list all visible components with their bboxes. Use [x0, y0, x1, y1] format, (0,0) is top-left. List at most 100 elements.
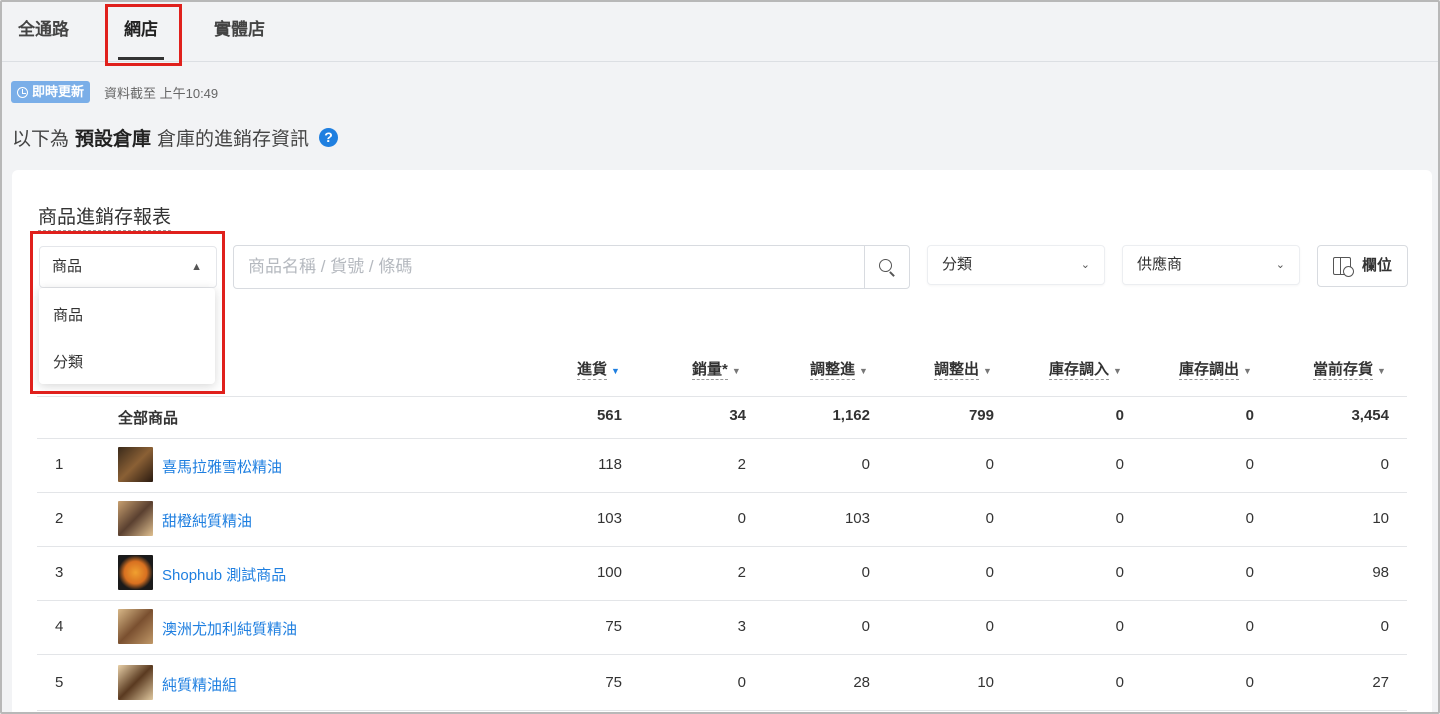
row-rank: 1: [55, 456, 64, 473]
category-filter-label: 分類: [942, 256, 973, 273]
category-filter[interactable]: 分類 ⌄: [927, 245, 1105, 285]
row-value: 0: [985, 618, 994, 635]
column-header-label: 銷量*: [692, 361, 728, 380]
product-name-link[interactable]: 甜橙純質精油: [162, 510, 252, 531]
sort-caret-icon: ▼: [983, 365, 992, 376]
tab-physical-store[interactable]: 實體店: [214, 2, 265, 60]
column-header-current-stock[interactable]: 當前存貨 ▼: [1313, 361, 1386, 380]
search-input[interactable]: [234, 246, 864, 288]
row-divider: [37, 710, 1407, 711]
product-thumbnail: [118, 555, 153, 590]
row-value: 0: [1380, 618, 1389, 635]
row-divider: [37, 438, 1407, 439]
highlight-box-dimension: [30, 231, 225, 394]
row-value: 0: [985, 510, 994, 527]
warehouse-info: 以下為 預設倉庫 倉庫的進銷存資訊 ?: [12, 124, 339, 151]
tab-all-channels[interactable]: 全通路: [18, 2, 69, 60]
row-rank: 5: [55, 674, 64, 691]
row-divider: [37, 600, 1407, 601]
total-value: 0: [1245, 407, 1254, 424]
row-value: 0: [1245, 456, 1254, 473]
report-title: 商品進銷存報表: [38, 202, 172, 231]
info-suffix: 倉庫的進銷存資訊: [157, 129, 310, 150]
header-divider: [37, 396, 1407, 397]
row-value: 0: [1115, 674, 1124, 691]
row-rank: 4: [55, 618, 64, 635]
supplier-filter[interactable]: 供應商 ⌄: [1122, 245, 1300, 285]
row-value: 0: [861, 564, 870, 581]
search-icon: [879, 259, 892, 272]
total-value: 799: [968, 407, 994, 424]
info-prefix: 以下為: [12, 129, 70, 150]
total-value: 0: [1115, 407, 1124, 424]
row-value: 0: [1245, 510, 1254, 527]
sort-caret-icon: ▼: [859, 365, 868, 376]
product-name-link[interactable]: Shophub 測試商品: [162, 564, 286, 585]
row-value: 0: [861, 456, 870, 473]
product-name-link[interactable]: 喜馬拉雅雪松精油: [162, 456, 282, 477]
column-header-label: 當前存貨: [1313, 361, 1374, 380]
row-value: 27: [1372, 674, 1389, 691]
column-header-adjust-out[interactable]: 調整出 ▼: [934, 361, 992, 380]
columns-button[interactable]: 欄位: [1317, 245, 1408, 287]
column-header-purchase[interactable]: 進貨 ▼: [577, 361, 620, 380]
product-thumbnail: [118, 609, 153, 644]
column-header-label: 庫存調出: [1179, 361, 1240, 380]
clock-icon: [17, 86, 28, 98]
column-header-label: 調整出: [934, 361, 980, 380]
row-value: 0: [985, 564, 994, 581]
row-rank: 3: [55, 564, 64, 581]
row-value: 2: [737, 564, 746, 581]
total-label: 全部商品: [118, 410, 179, 427]
row-value: 98: [1372, 564, 1389, 581]
row-value: 0: [1245, 674, 1254, 691]
column-header-label: 調整進: [810, 361, 856, 380]
row-value: 0: [1115, 510, 1124, 527]
row-value: 100: [596, 564, 622, 581]
row-value: 10: [1372, 510, 1389, 527]
product-thumbnail: [118, 501, 153, 536]
total-value: 34: [729, 407, 746, 424]
row-value: 10: [977, 674, 994, 691]
data-timestamp: 資料截至 上午10:49: [104, 86, 219, 101]
row-value: 0: [1245, 564, 1254, 581]
row-divider: [37, 546, 1407, 547]
row-value: 118: [598, 456, 622, 473]
total-value: 561: [596, 407, 622, 424]
product-thumbnail: [118, 665, 153, 700]
columns-settings-icon: [1333, 257, 1354, 277]
row-value: 0: [1245, 618, 1254, 635]
report-card: 商品進銷存報表 商品 ▲ 分類 ⌄ 供應商 ⌄ 欄位 進貨▼ 銷量*: [12, 170, 1432, 712]
row-value: 0: [737, 510, 746, 527]
column-header-adjust-in[interactable]: 調整進 ▼: [810, 361, 868, 380]
row-divider: [37, 654, 1407, 655]
row-rank: 2: [55, 510, 64, 527]
column-header-sales[interactable]: 銷量* ▼: [692, 361, 741, 380]
sort-caret-icon: ▼: [1377, 365, 1386, 376]
search-button[interactable]: [864, 246, 909, 288]
product-name-link[interactable]: 澳洲尤加利純質精油: [162, 618, 297, 639]
total-value: 1,162: [832, 407, 870, 424]
row-value: 0: [861, 618, 870, 635]
column-header-transfer-out[interactable]: 庫存調出 ▼: [1179, 361, 1252, 380]
product-name-link[interactable]: 純質精油組: [162, 674, 237, 695]
columns-button-label: 欄位: [1362, 257, 1393, 274]
row-value: 3: [737, 618, 746, 635]
sort-caret-icon: ▼: [1243, 365, 1252, 376]
column-header-label: 庫存調入: [1049, 361, 1110, 380]
row-value: 28: [853, 674, 870, 691]
help-icon[interactable]: ?: [319, 128, 339, 147]
product-thumbnail: [118, 447, 153, 482]
row-value: 0: [985, 456, 994, 473]
row-value: 0: [737, 674, 746, 691]
column-header-label: 進貨: [577, 361, 608, 380]
total-value: 3,454: [1351, 407, 1389, 424]
row-value: 0: [1115, 564, 1124, 581]
row-divider: [37, 492, 1407, 493]
chevron-down-icon: ⌄: [1080, 259, 1090, 271]
live-update-badge[interactable]: 即時更新: [11, 81, 91, 103]
row-value: 103: [844, 510, 870, 527]
search-box: [233, 245, 910, 289]
app-frame: 全通路 網店 實體店 即時更新 資料截至 上午10:49 以下為 預設倉庫 倉庫…: [0, 0, 1440, 714]
column-header-transfer-in[interactable]: 庫存調入 ▼: [1049, 361, 1122, 380]
